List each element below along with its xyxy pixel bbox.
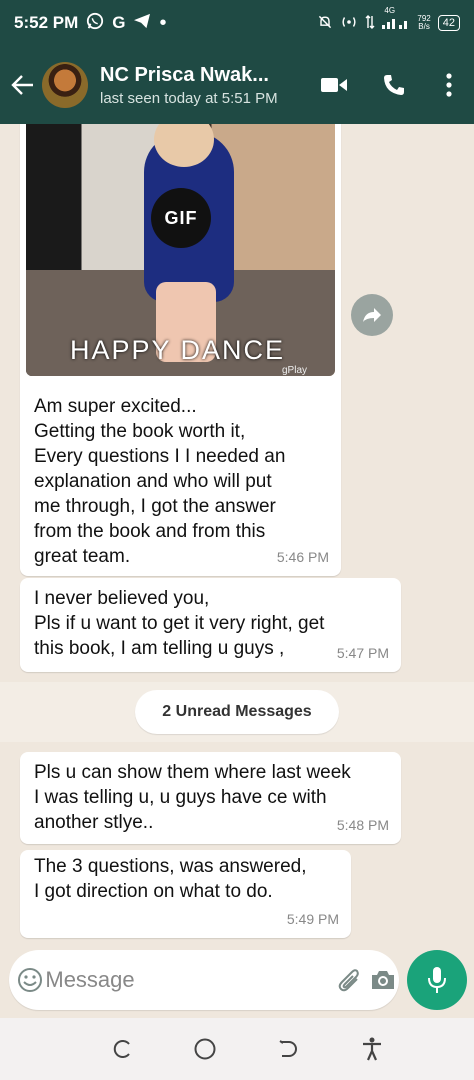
gif-preview[interactable]: GIF HAPPY DANCE gPlay — [26, 124, 335, 376]
message-timestamp: 5:46 PM — [276, 549, 329, 565]
message-line: I got direction on what to do. — [34, 881, 273, 902]
google-icon: G — [112, 13, 126, 32]
message-line: another stlye.. — [34, 812, 154, 833]
accessibility-icon — [363, 1037, 382, 1061]
gif-message-bubble[interactable]: GIF HAPPY DANCE gPlay Am super excited..… — [20, 124, 341, 576]
gif-play-badge[interactable]: GIF — [151, 188, 211, 248]
nav-home-button[interactable] — [185, 1029, 225, 1069]
chat-header: NC Prisca Nwak... last seen today at 5:5… — [0, 46, 474, 124]
whatsapp-icon — [86, 12, 104, 35]
contact-info[interactable]: NC Prisca Nwak... last seen today at 5:5… — [100, 64, 304, 107]
telegram-icon — [133, 13, 151, 34]
gif-caption: HAPPY DANCE — [70, 335, 286, 365]
paperclip-icon — [338, 969, 359, 992]
microphone-icon — [428, 967, 446, 993]
nav-back-icon — [279, 1040, 297, 1057]
voice-message-button[interactable] — [407, 950, 467, 1010]
message-line: this book, I am telling u guys , — [34, 638, 285, 659]
message-input[interactable] — [45, 960, 334, 1000]
last-seen-status: last seen today at 5:51 PM — [100, 89, 278, 107]
nav-recents-button[interactable] — [102, 1029, 142, 1069]
voice-call-button[interactable] — [364, 46, 424, 124]
gif-watermark: gPlay — [282, 365, 308, 376]
video-camera-icon — [321, 78, 347, 92]
message-bubble[interactable]: Pls u can show them where last week I wa… — [20, 752, 401, 844]
unread-messages-label: 2 Unread Messages — [135, 690, 339, 734]
hotspot-icon — [340, 14, 358, 33]
mute-bell-icon — [317, 14, 333, 33]
message-line: Am super excited... — [34, 396, 197, 417]
message-line: I never believed you, — [34, 588, 210, 609]
message-line: I was telling u, u guys have ce with — [34, 787, 327, 808]
message-timestamp: 5:48 PM — [336, 817, 389, 833]
chat-area[interactable]: GIF HAPPY DANCE gPlay Am super excited..… — [0, 124, 474, 946]
message-composer — [9, 950, 399, 1010]
more-options-button[interactable] — [424, 46, 474, 124]
message-bubble[interactable]: The 3 questions, was answered, I got dir… — [20, 850, 351, 938]
camera-button[interactable] — [366, 950, 399, 1010]
forward-button[interactable] — [351, 294, 393, 336]
contact-avatar[interactable] — [42, 62, 88, 108]
emoji-button[interactable] — [15, 950, 45, 1010]
message-line: The 3 questions, was answered, — [34, 856, 307, 877]
status-bar: 5:52 PM G • 4G 792 B/s 42 — [0, 0, 474, 46]
status-time: 5:52 PM — [14, 13, 79, 32]
signal-4g-icon: 4G — [382, 6, 410, 32]
gif-message-text: Am super excited... Getting the book wor… — [34, 394, 285, 569]
back-arrow-icon — [11, 75, 33, 95]
data-arrows-icon — [365, 14, 375, 33]
message-line: Getting the book worth it, — [34, 421, 246, 442]
battery-indicator: 42 — [437, 15, 460, 31]
phone-icon — [384, 75, 404, 95]
recents-icon — [113, 1040, 130, 1058]
notification-dot-icon: • — [159, 11, 167, 34]
message-line: great team. — [34, 546, 131, 567]
network-speed: 792 B/s — [417, 14, 431, 31]
forward-arrow-icon — [363, 308, 381, 322]
camera-icon — [371, 971, 394, 989]
back-button[interactable] — [4, 46, 42, 124]
system-nav-bar — [0, 1018, 474, 1080]
contact-name: NC Prisca Nwak... — [100, 63, 269, 86]
message-line: explanation and who will put — [34, 471, 272, 492]
message-line: Pls if u want to get it very right, get — [34, 613, 325, 634]
message-line: from the book and from this — [34, 521, 266, 542]
message-line: Pls u can show them where last week — [34, 762, 351, 783]
message-timestamp: 5:49 PM — [286, 911, 339, 927]
kebab-menu-icon — [446, 73, 452, 97]
attach-button[interactable] — [333, 950, 366, 1010]
message-bubble[interactable]: I never believed you, Pls if u want to g… — [20, 578, 401, 672]
accessibility-button[interactable] — [352, 1029, 392, 1069]
message-line: me through, I got the answer — [34, 496, 276, 517]
message-timestamp: 5:47 PM — [336, 645, 389, 661]
home-circle-icon — [194, 1038, 216, 1060]
message-line: Every questions I I needed an — [34, 446, 286, 467]
video-call-button[interactable] — [304, 46, 364, 124]
nav-back-button[interactable] — [269, 1029, 309, 1069]
emoji-icon — [18, 968, 43, 992]
